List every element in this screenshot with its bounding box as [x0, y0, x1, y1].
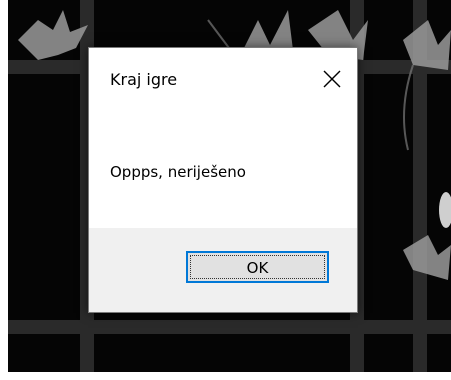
close-icon	[323, 70, 341, 88]
dialog-titlebar[interactable]: Kraj igre	[89, 48, 357, 108]
dialog-title: Kraj igre	[110, 70, 178, 89]
dialog-button-area: OK	[89, 228, 357, 312]
screen: Kraj igre Oppps, neriješeno OK	[0, 0, 451, 380]
dialog-message: Oppps, neriješeno	[110, 163, 246, 181]
close-button[interactable]	[314, 64, 350, 94]
ok-button-label: OK	[246, 259, 269, 277]
message-dialog: Kraj igre Oppps, neriješeno OK	[88, 47, 358, 313]
ok-button[interactable]: OK	[186, 251, 329, 283]
